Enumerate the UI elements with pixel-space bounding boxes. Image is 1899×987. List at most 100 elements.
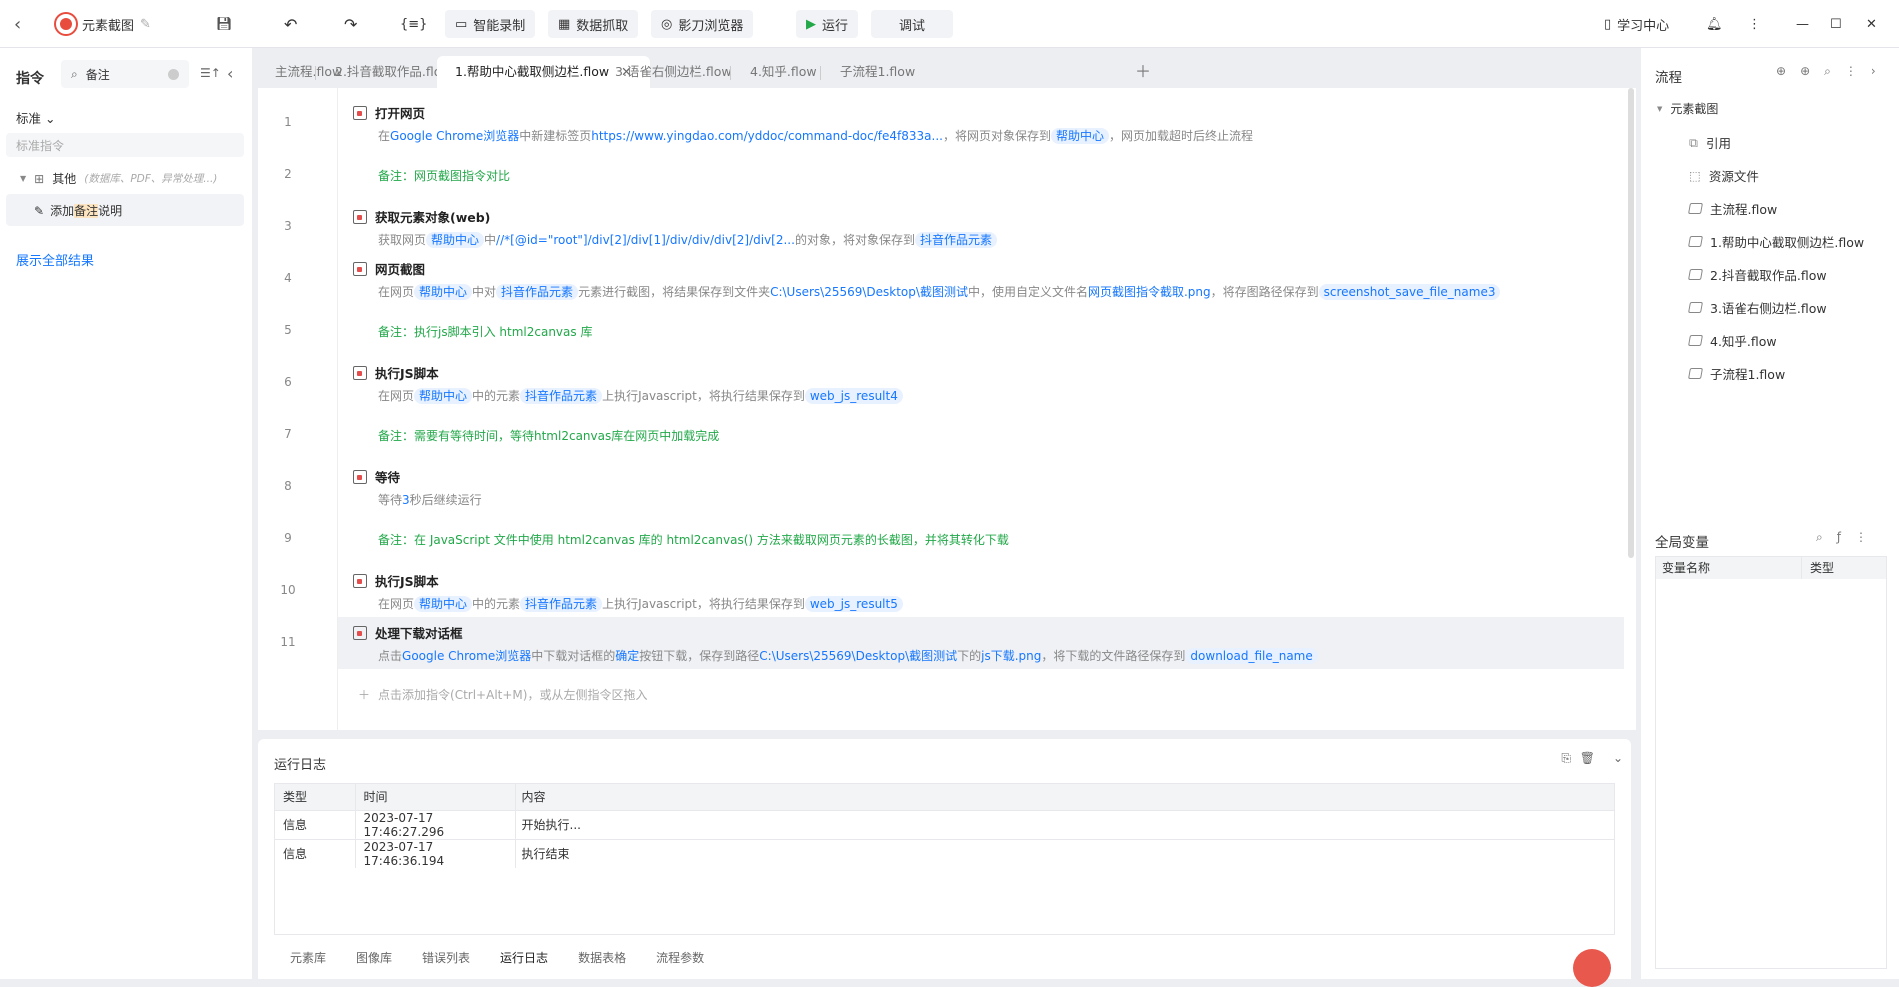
tab-label: 3.语雀右侧边栏.flow	[615, 64, 732, 79]
tab-label: 子流程1.flow	[840, 64, 916, 79]
record-button[interactable]: ▭ 智能录制	[445, 10, 536, 38]
tab-label: 1.帮助中心截取侧边栏.flow	[455, 64, 610, 79]
command-title-text: 获取元素对象(web)	[375, 210, 491, 225]
bottom-tab[interactable]: 流程参数	[656, 949, 704, 966]
tab-5[interactable]: 子流程1.flow	[822, 56, 933, 88]
command-item-add-comment[interactable]: ✎ 添加备注说明	[6, 194, 244, 226]
command-title: 执行JS脚本	[353, 571, 903, 590]
assistant-logo-icon[interactable]	[1573, 949, 1611, 987]
bottom-tab[interactable]: 图像库	[356, 949, 392, 966]
description-text: 确定	[615, 649, 640, 663]
item-label-post: 说明	[98, 204, 123, 218]
browser-button[interactable]: ◎ 影刀浏览器	[651, 10, 754, 38]
editor-scrollbar[interactable]	[1628, 88, 1634, 558]
group-hint: (数据库、PDF、异常处理...)	[84, 173, 218, 185]
tab-3[interactable]: 3.语雀右侧边栏.flow	[597, 56, 750, 88]
flow-tree-item[interactable]: ⬚ 资源文件	[1689, 166, 1759, 185]
command-row[interactable]: 10 执行JS脚本 在网页 帮助中心 中的元素 抖音作品元素 上执行Javascript，将…	[258, 565, 1628, 617]
flow-tree-item[interactable]: 4.知乎.flow	[1688, 331, 1777, 350]
command-search-input[interactable]: ⌕ 备注	[61, 60, 189, 88]
learn-center-button[interactable]: ▯ 学习中心	[1604, 10, 1669, 38]
show-all-results-link[interactable]: 展示全部结果	[16, 250, 94, 269]
bottom-tab[interactable]: 运行日志	[500, 949, 548, 966]
collapse-right-icon[interactable]: ›	[1871, 64, 1876, 79]
search-icon[interactable]: ⌕	[1816, 530, 1823, 545]
run-button[interactable]: ▶ 运行	[796, 10, 859, 38]
debug-button[interactable]: 调试	[871, 10, 954, 38]
function-icon[interactable]: ƒ	[1837, 530, 1841, 545]
flow-tree-item[interactable]: 3.语雀右侧边栏.flow	[1688, 298, 1827, 317]
tree-root[interactable]: ▼ 元素截图	[1657, 100, 1718, 117]
flow-tree-item[interactable]: 2.抖音截取作品.flow	[1688, 265, 1827, 284]
item-label-pre: 添加	[50, 204, 75, 218]
bottom-tab[interactable]: 数据表格	[578, 949, 626, 966]
bottom-tab[interactable]: 元素库	[290, 949, 326, 966]
command-row[interactable]: 6 执行JS脚本 在网页 帮助中心 中的元素 抖音作品元素 上执行Javascript，将执…	[258, 357, 1628, 409]
screenshot-icon	[353, 261, 367, 276]
command-row[interactable]: 11 处理下载对话框 点击Google Chrome浏览器中下载对话框的确定按钮下载…	[280, 617, 1624, 669]
description-text: 等待	[378, 493, 403, 507]
undo-button[interactable]: ↶	[284, 10, 297, 38]
search-icon[interactable]: ⌕	[1824, 64, 1831, 79]
flow-tree-item[interactable]: 1.帮助中心截取侧边栏.flow	[1688, 232, 1864, 251]
maximize-button[interactable]: ☐	[1830, 10, 1842, 38]
command-row[interactable]: 5 备注：执行js脚本引入 html2canvas 库	[258, 305, 1628, 357]
log-type: 信息	[283, 818, 308, 832]
flow-tree-item[interactable]: 子流程1.flow	[1688, 364, 1785, 383]
tab-divider	[820, 66, 821, 80]
more-icon[interactable]: ⋮	[1855, 530, 1867, 545]
add-command-hint[interactable]: ＋ 点击添加指令(Ctrl+Alt+M)，或从左侧指令区拖入	[358, 686, 647, 703]
line-number: 2	[284, 167, 292, 181]
variables-button[interactable]: {≡}	[400, 10, 427, 38]
collapse-icon[interactable]: ‹	[227, 64, 233, 83]
add-flow-icon[interactable]: ⊕	[1776, 64, 1786, 79]
command-row[interactable]: 1 打开网页 在Google Chrome浏览器中新建标签页https://www.…	[258, 97, 1628, 149]
line-number: 6	[284, 375, 292, 389]
trash-icon[interactable]: 🗑︎	[1580, 751, 1595, 765]
category-dropdown[interactable]: 标准 ⌄	[16, 108, 55, 127]
command-row[interactable]: 8 等待 等待3秒后继续运行	[258, 461, 1628, 513]
record-label: 智能录制	[473, 18, 526, 34]
redo-button[interactable]: ↷	[344, 10, 357, 38]
minimize-button[interactable]: —	[1796, 10, 1809, 38]
more-icon[interactable]: ⋮	[1845, 64, 1857, 79]
save-button[interactable]: 💾︎	[216, 10, 233, 38]
description-text: 中的元素	[472, 597, 521, 611]
category-label: 标准	[16, 111, 42, 126]
more-icon[interactable]: ⋮	[1748, 10, 1761, 38]
edit-icon[interactable]: ✎	[140, 17, 151, 32]
bottom-tab[interactable]: 错误列表	[422, 949, 470, 966]
clear-icon[interactable]	[168, 68, 179, 80]
description-text: //*[@id="root"]/div[2]/div[1]/div/div/di…	[496, 233, 795, 247]
browser-label: 影刀浏览器	[678, 18, 744, 34]
add-tab-button[interactable]: ＋	[1117, 56, 1169, 88]
description-text: 上执行Javascript，将执行结果保存到	[602, 597, 805, 611]
flow-file-icon	[1688, 335, 1703, 346]
video-icon: ▭	[455, 16, 468, 32]
col-var-name: 变量名称	[1656, 557, 1802, 579]
flow-file-icon	[1688, 269, 1703, 280]
command-row[interactable]: 7 备注：需要有等待时间，等待html2canvas库在网页中加载完成	[258, 409, 1628, 461]
data-grab-button[interactable]: ▦ 数据抓取	[548, 10, 639, 38]
command-row[interactable]: 3 获取元素对象(web) 获取网页 帮助中心 中//*[@id="root"]/div…	[258, 201, 1628, 253]
close-window-button[interactable]: ✕	[1866, 10, 1877, 38]
command-panel: 指令 ⌕ 备注 ☰↑ ‹ 标准 ⌄ 标准指令 ▼ ⊞ 其他 (数据库、PDF、异…	[0, 48, 252, 979]
log-time: 2023-07-17 17:46:27.296	[354, 810, 515, 839]
command-row[interactable]: 9 备注：在 JavaScript 文件中使用 html2canvas 库的 ht…	[258, 513, 1628, 565]
sort-icon[interactable]: ☰↑	[200, 66, 221, 80]
command-body: 获取元素对象(web) 获取网页 帮助中心 中//*[@id="root"]/div[…	[353, 207, 997, 248]
command-row[interactable]: 4 网页截图 在网页 帮助中心 中对 抖音作品元素 元素进行截图，将结果保存到文件夹C:\U…	[258, 253, 1628, 305]
command-title-text: 处理下载对话框	[375, 626, 463, 641]
chevron-down-icon[interactable]: ⌄	[1613, 751, 1623, 765]
command-body: 等待 等待3秒后继续运行	[353, 467, 482, 508]
line-number: 11	[280, 635, 296, 649]
add-subflow-icon[interactable]: ⊕	[1800, 64, 1810, 79]
back-button[interactable]: ‹	[14, 10, 21, 38]
description-text: 在网页	[378, 285, 415, 299]
command-row[interactable]: 2 备注：网页截图指令对比	[258, 149, 1628, 201]
flow-tree-item[interactable]: ⧉ 引用	[1689, 133, 1731, 152]
bell-icon[interactable]: 🔔︎	[1706, 10, 1723, 38]
export-log-icon[interactable]: ⎘	[1561, 751, 1571, 766]
group-other[interactable]: ▼ ⊞ 其他 (数据库、PDF、异常处理...)	[20, 170, 217, 187]
flow-tree-item[interactable]: 主流程.flow	[1688, 199, 1777, 218]
